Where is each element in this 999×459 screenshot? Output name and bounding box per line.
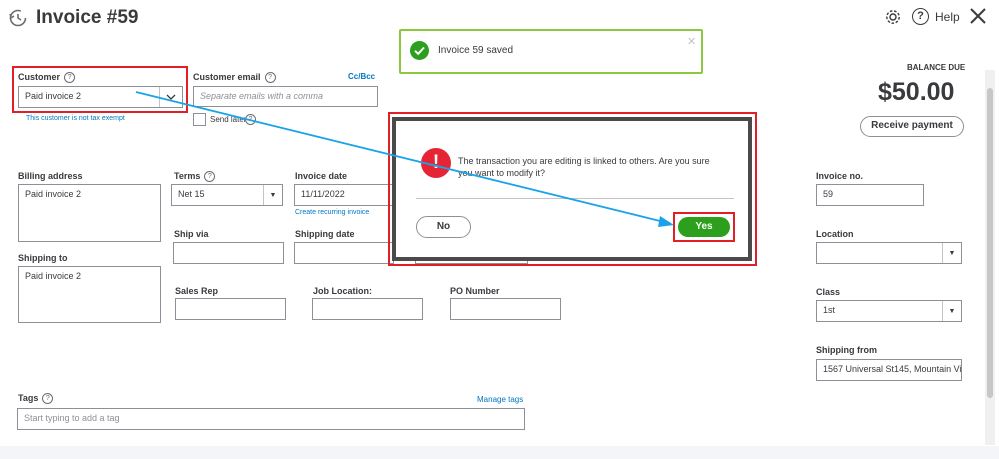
invoice-page: Invoice #59 ? Help Invoice 59 saved ✕ Cu… [0, 0, 999, 459]
annotation-arrow [135, 91, 674, 227]
